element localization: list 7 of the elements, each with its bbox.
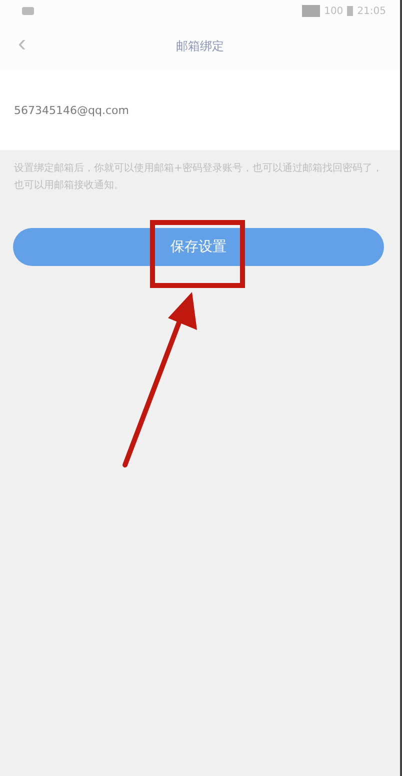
save-button[interactable]: 保存设置 [13, 228, 384, 266]
battery-icon [347, 6, 354, 16]
back-button[interactable]: ‹ [0, 32, 26, 60]
battery-level: 100 [324, 6, 344, 16]
status-time: 21:05 [357, 6, 386, 16]
page-title: 邮箱绑定 [176, 38, 224, 55]
email-field[interactable]: 567345146@qq.com [14, 104, 129, 116]
